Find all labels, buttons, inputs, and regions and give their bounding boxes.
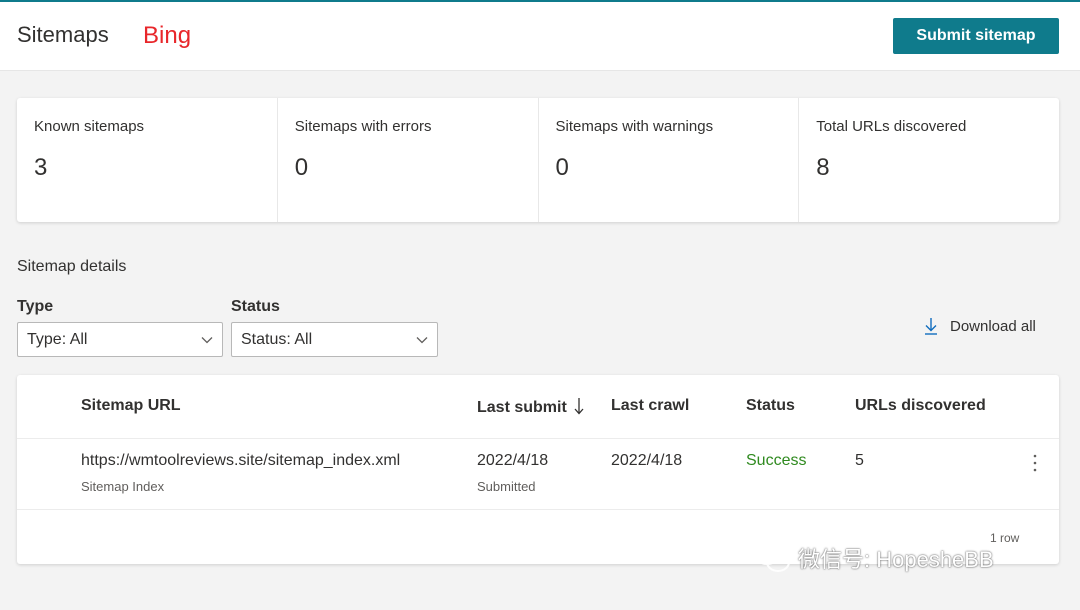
status-filter-value: Status: All (241, 331, 313, 348)
stat-value: 8 (816, 154, 830, 181)
stat-sitemaps-with-warnings: Sitemaps with warnings 0 (539, 98, 800, 222)
stat-value: 3 (34, 154, 48, 181)
submit-note-cell: Submitted (477, 479, 536, 494)
sitemap-url-cell[interactable]: https://wmtoolreviews.site/sitemap_index… (81, 452, 400, 470)
stat-label: Known sitemaps (34, 118, 145, 135)
row-divider (17, 509, 1059, 510)
status-filter-dropdown[interactable]: Status: All (231, 322, 438, 357)
status-filter-label: Status (231, 298, 280, 315)
stat-value: 0 (555, 154, 569, 181)
stat-label: Sitemaps with errors (294, 118, 432, 135)
column-header-urls-discovered[interactable]: URLs discovered (855, 397, 986, 415)
last-submit-cell: 2022/4/18 (477, 452, 549, 469)
submit-sitemap-button[interactable]: Submit sitemap (893, 18, 1059, 54)
column-header-status[interactable]: Status (746, 397, 795, 415)
stats-summary: Known sitemaps 3 Sitemaps with errors 0 … (17, 98, 1059, 222)
column-header-label: Last submit (477, 399, 567, 416)
status-cell: Success (746, 452, 807, 469)
stat-total-urls-discovered: Total URLs discovered 8 (799, 98, 1059, 222)
column-header-last-submit[interactable]: Last submit (477, 397, 585, 417)
download-icon (925, 318, 937, 335)
urls-discovered-cell: 5 (855, 452, 864, 469)
stat-value: 0 (294, 154, 309, 181)
type-filter-value: Type: All (27, 331, 88, 348)
column-header-last-crawl[interactable]: Last crawl (611, 397, 689, 415)
stat-sitemaps-with-errors: Sitemaps with errors 0 (278, 98, 539, 222)
stat-label: Total URLs discovered (816, 118, 967, 135)
engine-tag: Bing (143, 22, 192, 49)
page-title: Sitemaps (17, 22, 109, 47)
stat-label: Sitemaps with warnings (555, 118, 714, 135)
page-header: Sitemaps Bing Submit sitemap (0, 2, 1080, 71)
section-title: Sitemap details (17, 258, 127, 275)
stat-known-sitemaps: Known sitemaps 3 (17, 98, 278, 222)
arrow-down-icon (574, 398, 584, 415)
last-crawl-cell: 2022/4/18 (611, 452, 683, 469)
row-count: 1 row (990, 531, 1020, 545)
type-filter-dropdown[interactable]: Type: All (17, 322, 223, 357)
watermark: 微信号: HopesheBB (752, 540, 994, 576)
chevron-down-icon (201, 337, 213, 344)
more-options-icon[interactable] (1027, 452, 1043, 474)
column-header-sitemap-url[interactable]: Sitemap URL (81, 397, 181, 415)
sitemaps-table: Sitemap URL Last submit Last crawl Statu… (17, 375, 1059, 564)
watermark-text: 微信号: HopesheBB (798, 547, 994, 572)
download-all-label: Download all (950, 317, 1036, 335)
chevron-down-icon (416, 337, 428, 344)
download-all-button[interactable]: Download all (922, 314, 1036, 338)
header-divider (17, 438, 1059, 439)
type-filter-label: Type (17, 298, 54, 315)
wechat-icon (754, 543, 790, 572)
sitemap-type-cell: Sitemap Index (81, 479, 165, 494)
